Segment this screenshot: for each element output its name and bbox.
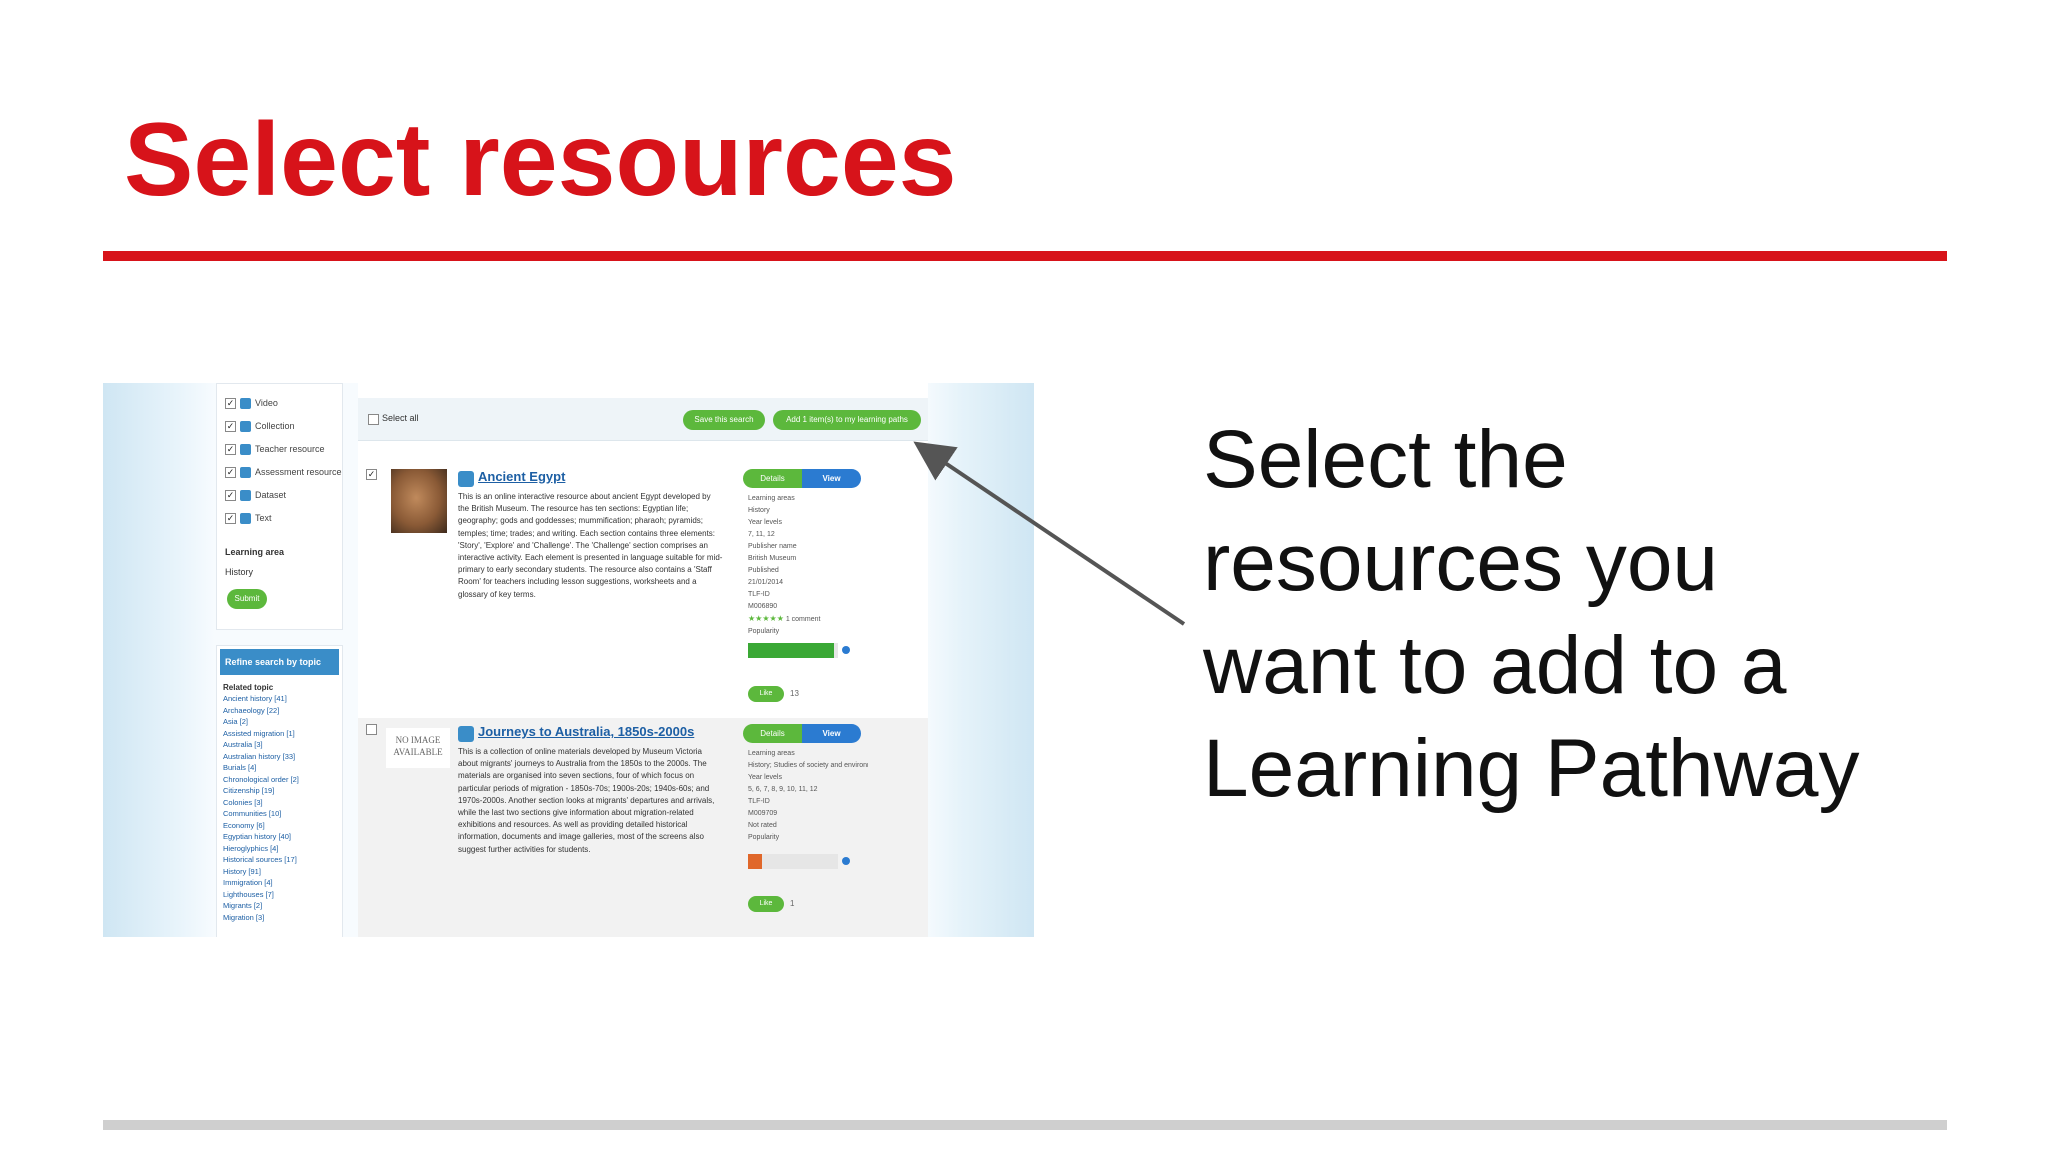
text-icon xyxy=(240,512,251,524)
topic-link[interactable]: Egyptian history [40] xyxy=(223,831,338,843)
select-all-label: Select all xyxy=(382,413,419,423)
resource-type-icon xyxy=(458,471,474,487)
select-all-checkbox[interactable] xyxy=(368,414,379,425)
topic-link[interactable]: Economy [6] xyxy=(223,820,338,832)
callout-line: Select the xyxy=(1203,414,1568,505)
filter-text[interactable]: ✓ Text xyxy=(225,509,272,527)
checkbox[interactable]: ✓ xyxy=(225,420,236,432)
results-toolbar: Select all Save this search Add 1 item(s… xyxy=(358,398,928,441)
rating-stars: ★★★★★ xyxy=(748,614,784,623)
topic-link[interactable]: Ancient history [41] xyxy=(223,693,338,705)
view-button[interactable]: View xyxy=(802,724,861,743)
item-description: This is a collection of online materials… xyxy=(458,747,715,854)
item-metadata: Learning areas History; Studies of socie… xyxy=(748,750,868,841)
topic-link[interactable]: Hieroglyphics [4] xyxy=(223,843,338,855)
item-title-link[interactable]: Ancient Egypt xyxy=(478,469,565,484)
popularity-indicator xyxy=(842,646,850,654)
callout-line: want to add to a xyxy=(1203,620,1787,711)
result-item: NO IMAGE AVAILABLE Journeys to Australia… xyxy=(358,718,928,937)
popularity-bar xyxy=(748,854,838,869)
topic-list: Related topic Ancient history [41] Archa… xyxy=(223,682,338,923)
topic-link[interactable]: Immigration [4] xyxy=(223,877,338,889)
view-button[interactable]: View xyxy=(802,469,861,488)
learning-area-label: Learning area xyxy=(225,547,285,557)
search-results: Select all Save this search Add 1 item(s… xyxy=(358,383,928,937)
topic-link[interactable]: Migrants [2] xyxy=(223,900,338,912)
topic-link[interactable]: History [91] xyxy=(223,866,338,878)
resource-thumbnail xyxy=(391,469,447,533)
filter-collection[interactable]: ✓ Collection xyxy=(225,417,295,435)
topic-link[interactable]: Australian history [33] xyxy=(223,751,338,763)
item-title-link[interactable]: Journeys to Australia, 1850s-2000s xyxy=(478,724,694,739)
popularity-fill xyxy=(748,643,834,658)
callout-line: resources you xyxy=(1203,517,1719,608)
teacher-resource-icon xyxy=(240,443,251,455)
topic-link[interactable]: Migration [3] xyxy=(223,912,338,924)
filter-teacher-resource[interactable]: ✓ Teacher resource xyxy=(225,440,325,458)
checkbox[interactable]: ✓ xyxy=(225,512,236,524)
topic-link[interactable]: Assisted migration [1] xyxy=(223,728,338,740)
add-to-learning-path-button[interactable]: Add 1 item(s) to my learning paths xyxy=(773,410,921,430)
like-button[interactable]: Like xyxy=(748,686,784,702)
topic-link[interactable]: Lighthouses [7] xyxy=(223,889,338,901)
details-view-buttons: Details View xyxy=(743,469,861,488)
popularity-indicator xyxy=(842,857,850,865)
save-search-button[interactable]: Save this search xyxy=(683,410,765,430)
callout-text: Select the resources you want to add to … xyxy=(1203,408,1983,820)
dataset-icon xyxy=(240,489,251,501)
footer-divider xyxy=(103,1120,1947,1130)
video-icon xyxy=(240,397,251,409)
filter-assessment-resource[interactable]: ✓ Assessment resource xyxy=(225,463,342,481)
topic-link[interactable]: Citizenship [19] xyxy=(223,785,338,797)
result-item: ✓ Ancient Egypt This is an online intera… xyxy=(358,463,928,658)
topic-link[interactable]: Historical sources [17] xyxy=(223,854,338,866)
like-count: 1 xyxy=(790,899,795,908)
topic-link[interactable]: Chronological order [2] xyxy=(223,774,338,786)
details-button[interactable]: Details xyxy=(743,724,802,743)
topic-link[interactable]: Australia [3] xyxy=(223,739,338,751)
callout-line: Learning Pathway xyxy=(1203,723,1860,814)
like-button[interactable]: Like xyxy=(748,896,784,912)
item-checkbox[interactable] xyxy=(366,724,377,735)
filter-dataset[interactable]: ✓ Dataset xyxy=(225,486,286,504)
topic-link[interactable]: Asia [2] xyxy=(223,716,338,728)
item-description: This is an online interactive resource a… xyxy=(458,492,723,599)
slide-title: Select resources xyxy=(124,102,957,218)
checkbox[interactable]: ✓ xyxy=(225,466,236,478)
checkbox[interactable]: ✓ xyxy=(225,443,236,455)
item-metadata: Learning areas History Year levels 7, 11… xyxy=(748,493,868,638)
checkbox[interactable]: ✓ xyxy=(225,489,236,501)
filter-video[interactable]: ✓ Video xyxy=(225,394,278,412)
topic-link[interactable]: Burials [4] xyxy=(223,762,338,774)
related-topic-label: Related topic xyxy=(223,683,274,692)
comments-link[interactable]: 1 comment xyxy=(786,616,821,623)
embedded-screenshot: ✓ Video ✓ Collection ✓ Teacher resource ✓ As… xyxy=(103,383,1034,937)
topic-link[interactable]: Colonies [3] xyxy=(223,797,338,809)
assessment-icon xyxy=(240,466,251,478)
details-button[interactable]: Details xyxy=(743,469,802,488)
topic-link[interactable]: Communities [10] xyxy=(223,808,338,820)
refine-heading: Refine search by topic xyxy=(220,649,339,675)
learning-area-value: History xyxy=(225,567,254,577)
checkbox[interactable]: ✓ xyxy=(225,397,236,409)
submit-button[interactable]: Submit xyxy=(227,589,267,609)
collection-icon xyxy=(240,420,251,432)
filter-panel: ✓ Video ✓ Collection ✓ Teacher resource ✓ As… xyxy=(216,383,343,630)
refine-topic-panel: Refine search by topic Related topic Anc… xyxy=(216,645,343,937)
item-checkbox[interactable]: ✓ xyxy=(366,469,377,480)
no-image-placeholder: NO IMAGE AVAILABLE xyxy=(386,728,450,768)
resource-type-icon xyxy=(458,726,474,742)
details-view-buttons: Details View xyxy=(743,724,861,743)
topic-link[interactable]: Archaeology [22] xyxy=(223,705,338,717)
like-count: 13 xyxy=(790,689,799,698)
popularity-bar xyxy=(748,643,838,658)
title-divider xyxy=(103,251,1947,261)
popularity-label: Popularity xyxy=(748,628,780,635)
popularity-fill xyxy=(748,854,763,869)
